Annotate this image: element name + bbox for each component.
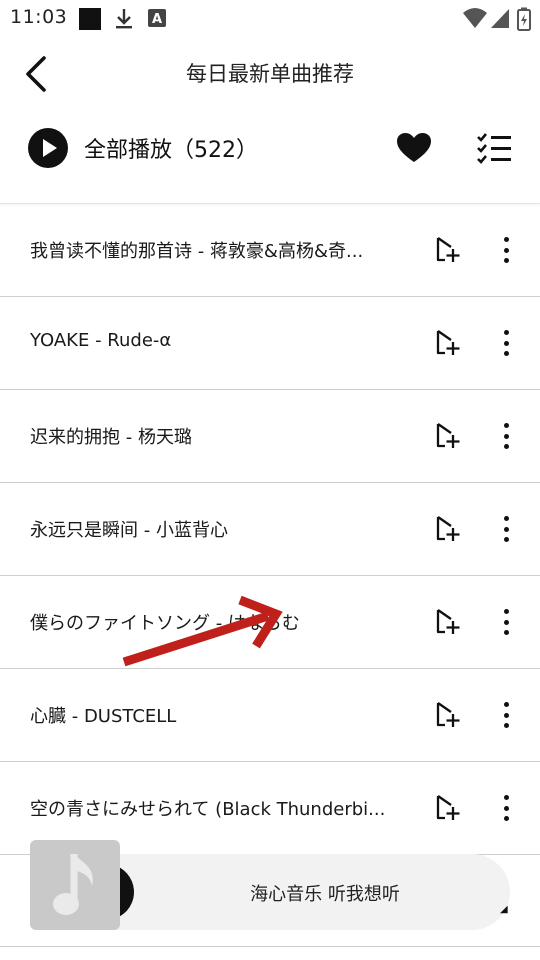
song-title: 永远只是瞬间 - 小蓝背心 bbox=[30, 520, 228, 541]
play-all-label: 全部播放（522） bbox=[84, 138, 258, 163]
wifi-icon bbox=[463, 8, 487, 28]
divider bbox=[0, 946, 540, 947]
add-to-playlist-icon[interactable] bbox=[434, 328, 464, 358]
checklist-icon[interactable] bbox=[476, 132, 512, 164]
notification-square-icon bbox=[79, 8, 101, 30]
song-row[interactable]: 迟来的拥抱 - 杨天璐 bbox=[0, 390, 540, 483]
svg-text:A: A bbox=[152, 12, 162, 27]
song-row[interactable]: 心臓 - DUSTCELL bbox=[0, 669, 540, 762]
song-title: YOAKE - Rude-α bbox=[30, 330, 172, 351]
song-title: 我曾读不懂的那首诗 - 蒋敦豪&高杨&奇... bbox=[30, 241, 364, 262]
status-time: 11:03 bbox=[10, 6, 68, 28]
heart-icon[interactable] bbox=[396, 132, 432, 164]
add-to-playlist-icon[interactable] bbox=[434, 514, 464, 544]
mini-player-cover[interactable] bbox=[30, 840, 120, 930]
status-bar: 11:03 A bbox=[0, 0, 540, 38]
mini-player-corner-icon: ◢ bbox=[500, 904, 508, 915]
toolbar: 全部播放（522） bbox=[0, 112, 540, 204]
header: 每日最新单曲推荐 bbox=[0, 38, 540, 110]
add-to-playlist-icon[interactable] bbox=[434, 421, 464, 451]
song-row[interactable]: 僕らのファイトソング - はならむ bbox=[0, 576, 540, 669]
add-to-playlist-icon[interactable] bbox=[434, 700, 464, 730]
more-options-icon[interactable] bbox=[492, 327, 520, 359]
song-row[interactable]: 永远只是瞬间 - 小蓝背心 bbox=[0, 483, 540, 576]
more-options-icon[interactable] bbox=[492, 792, 520, 824]
download-icon bbox=[116, 9, 132, 29]
play-all-button[interactable]: 全部播放（522） bbox=[28, 128, 258, 168]
a-badge-icon: A bbox=[148, 9, 166, 27]
song-list: 我曾读不懂的那首诗 - 蒋敦豪&高杨&奇... YOAKE - Rude-α 迟… bbox=[0, 204, 540, 855]
mini-player-text: 海心音乐 听我想听 bbox=[250, 884, 400, 905]
add-to-playlist-icon[interactable] bbox=[434, 607, 464, 637]
song-title: 心臓 - DUSTCELL bbox=[30, 706, 177, 727]
song-row[interactable]: 我曾读不懂的那首诗 - 蒋敦豪&高杨&奇... bbox=[0, 204, 540, 297]
song-title: 迟来的拥抱 - 杨天璐 bbox=[30, 427, 192, 448]
song-row[interactable]: YOAKE - Rude-α bbox=[0, 297, 540, 390]
add-to-playlist-icon[interactable] bbox=[434, 793, 464, 823]
battery-icon bbox=[517, 7, 531, 31]
more-options-icon[interactable] bbox=[492, 420, 520, 452]
music-note-icon bbox=[53, 854, 93, 915]
page-title: 每日最新单曲推荐 bbox=[186, 62, 354, 86]
more-options-icon[interactable] bbox=[492, 513, 520, 545]
more-options-icon[interactable] bbox=[492, 234, 520, 266]
add-to-playlist-icon[interactable] bbox=[434, 235, 464, 265]
song-title: 空の青さにみせられて (Black Thunderbi... bbox=[30, 799, 386, 820]
more-options-icon[interactable] bbox=[492, 699, 520, 731]
song-title: 僕らのファイトソング - はならむ bbox=[30, 613, 300, 634]
play-icon bbox=[28, 128, 68, 168]
signal-icon bbox=[491, 9, 509, 28]
more-options-icon[interactable] bbox=[492, 606, 520, 638]
